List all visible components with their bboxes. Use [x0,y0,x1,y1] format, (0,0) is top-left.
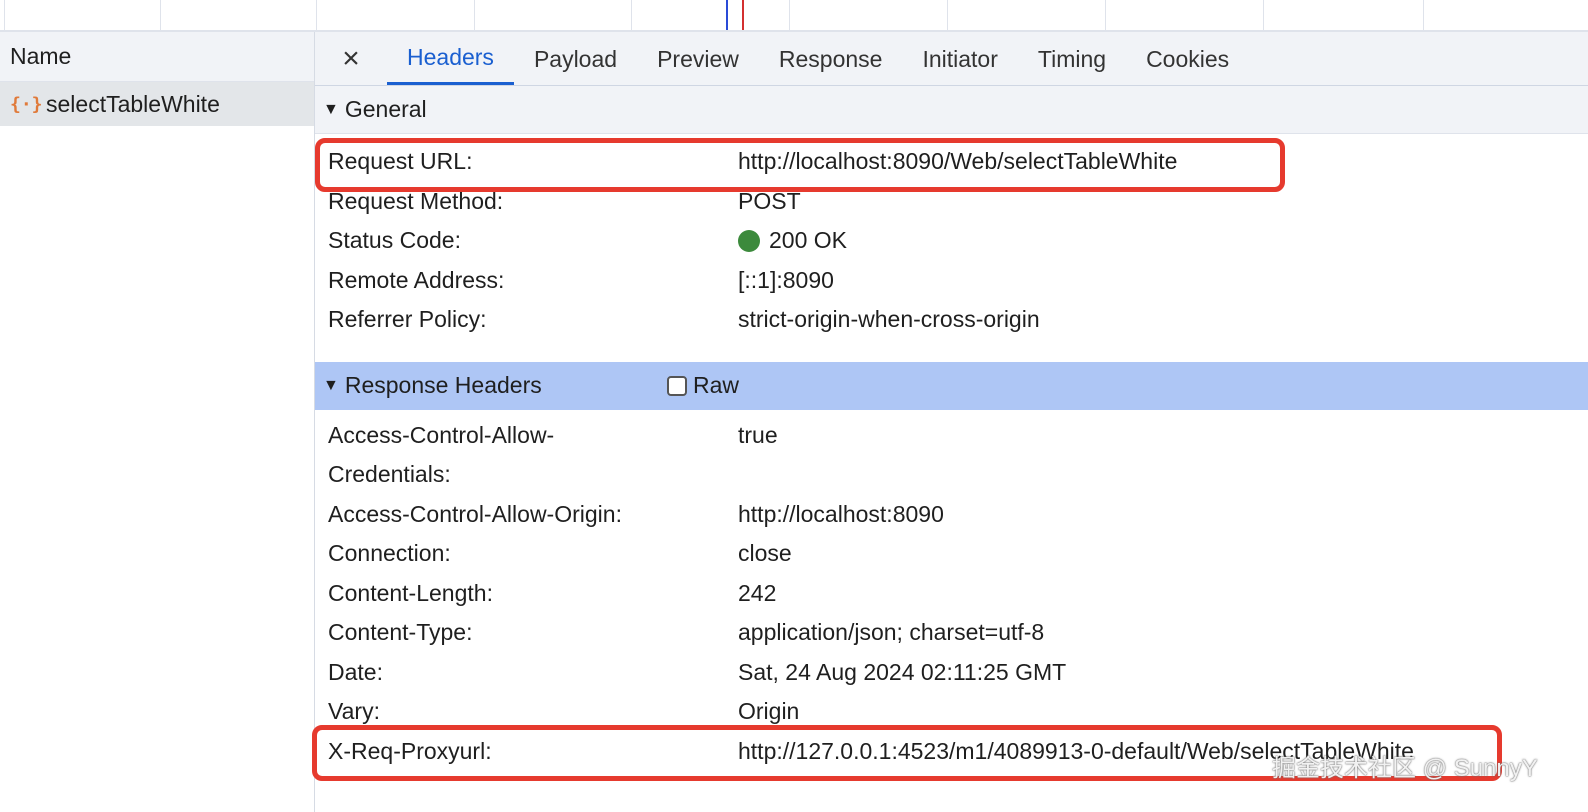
timeline-overview[interactable] [0,0,1588,32]
response-header-rows: Access-Control-Allow- Credentials: true … [315,410,1588,772]
general-section-title: General [344,96,427,122]
tab-headers[interactable]: Headers [387,33,514,85]
header-row: Date: Sat, 24 Aug 2024 02:11:25 GMT [328,653,1588,693]
raw-checkbox[interactable] [667,375,687,396]
load-event-marker [742,0,744,30]
timeline-gridline [1423,0,1424,30]
header-key-line: Credentials: [328,461,451,487]
request-list-panel: Name {·} selectTableWhite [0,32,315,812]
header-value[interactable]: Sat, 24 Aug 2024 02:11:25 GMT [738,653,1066,693]
status-value[interactable]: 200 OK [738,221,847,261]
status-ok-icon [738,230,760,252]
header-key: Request Method: [328,187,504,214]
response-headers-section-toggle[interactable]: ▼ Response Headers Raw [315,361,1588,410]
request-details-panel: × Headers Payload Preview Response Initi… [315,32,1588,812]
json-braces-icon: {·} [10,93,43,115]
request-name: selectTableWhite [46,90,220,117]
header-value[interactable]: http://localhost:8090/Web/selectTableWhi… [738,142,1177,182]
header-key: Remote Address: [328,266,505,293]
header-row: Vary: Origin [328,692,1588,732]
tab-timing[interactable]: Timing [1018,33,1126,85]
name-column-header[interactable]: Name [0,32,314,82]
header-key: Connection: [328,540,451,566]
timeline-gridline [947,0,948,30]
header-value[interactable]: POST [738,182,801,222]
header-key: Access-Control-Allow- Credentials: [328,416,738,495]
header-value[interactable]: true [738,416,778,456]
header-key: X-Req-Proxyurl: [328,737,492,764]
dom-content-loaded-marker [726,0,728,30]
header-row: Connection: close [328,534,1588,574]
header-row: Request URL: http://localhost:8090/Web/s… [328,142,1588,182]
header-row: Referrer Policy: strict-origin-when-cros… [328,300,1588,340]
request-list-item[interactable]: {·} selectTableWhite [0,82,314,126]
timeline-gridline [160,0,161,30]
raw-label: Raw [693,372,740,398]
tab-initiator[interactable]: Initiator [902,33,1017,85]
header-value[interactable]: application/json; charset=utf-8 [738,613,1044,653]
header-row: Access-Control-Allow- Credentials: true [328,416,1588,495]
timeline-gridline [789,0,790,30]
timeline-gridline [316,0,317,30]
expand-triangle-icon: ▼ [323,100,339,118]
tab-cookies[interactable]: Cookies [1126,33,1249,85]
details-tabbar: × Headers Payload Preview Response Initi… [315,32,1588,86]
header-key: Access-Control-Allow-Origin: [328,500,622,527]
header-row: Request Method: POST [328,182,1588,222]
timeline-gridline [631,0,632,30]
watermark: 掘金技术社区 @ SunnyY [1272,755,1538,782]
general-section-toggle[interactable]: ▼ General [315,86,1588,134]
name-column-label: Name [10,43,72,69]
header-key: Content-Type: [328,619,473,645]
timeline-gridline [1263,0,1264,30]
header-row: Content-Type: application/json; charset=… [328,613,1588,653]
header-value[interactable]: Origin [738,692,799,732]
tab-preview[interactable]: Preview [637,33,759,85]
tab-payload[interactable]: Payload [514,33,637,85]
timeline-gridline [1105,0,1106,30]
header-key: Date: [328,658,383,685]
header-value[interactable]: http://localhost:8090 [738,495,944,535]
header-row: Status Code: 200 OK [328,221,1588,261]
response-headers-title: Response Headers [344,372,542,398]
header-key-line: Access-Control-Allow- [328,421,555,448]
header-key: Vary: [328,698,380,724]
timeline-gridline [4,0,5,30]
header-row: Content-Length: 242 [328,574,1588,614]
header-row: Remote Address: [::1]:8090 [328,261,1588,301]
header-key: Referrer Policy: [328,306,487,332]
header-value[interactable]: 242 [738,574,776,614]
tab-response[interactable]: Response [759,33,903,85]
header-key: Content-Length: [328,579,493,606]
expand-triangle-icon: ▼ [323,376,339,394]
close-icon[interactable]: × [315,32,387,86]
status-text: 200 OK [769,227,847,253]
general-rows: Request URL: http://localhost:8090/Web/s… [315,134,1588,340]
timeline-gridline [474,0,475,30]
header-key: Status Code: [328,227,461,253]
header-value[interactable]: [::1]:8090 [738,261,834,301]
header-value[interactable]: close [738,534,792,574]
header-row: Access-Control-Allow-Origin: http://loca… [328,495,1588,535]
raw-toggle[interactable]: Raw [667,362,739,410]
header-key: Request URL: [328,148,473,174]
header-value[interactable]: strict-origin-when-cross-origin [738,300,1040,340]
